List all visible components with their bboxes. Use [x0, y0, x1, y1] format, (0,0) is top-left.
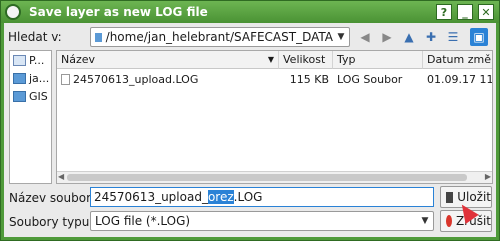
column-header-name[interactable]: Název ▼: [57, 51, 279, 69]
sidebar-item-label: ja...: [29, 71, 50, 85]
scrollbar-thumb[interactable]: [67, 174, 467, 181]
computer-icon: [13, 54, 26, 66]
table-row[interactable]: 24570613_upload.LOG: [61, 71, 198, 87]
save-button-label: Uložit: [457, 190, 491, 204]
cancel-icon: [446, 215, 452, 227]
help-button[interactable]: ?: [436, 4, 452, 20]
file-icon: [61, 73, 70, 85]
chevron-down-icon: ▼: [337, 32, 345, 42]
new-folder-icon[interactable]: ✚: [422, 28, 440, 46]
dialog-body: Hledat v: /home/jan_helebrant/SAFECAST_D…: [4, 23, 496, 237]
sort-chevron-icon: ▼: [267, 55, 274, 64]
column-header-type[interactable]: Typ: [333, 51, 423, 69]
file-name: 24570613_upload.LOG: [73, 72, 199, 86]
forward-icon[interactable]: ▶: [378, 28, 396, 46]
lookin-path: /home/jan_helebrant/SAFECAST_DATA: [105, 30, 333, 44]
chevron-down-icon: ▼: [421, 216, 429, 226]
parent-folder-icon[interactable]: ▲: [400, 28, 418, 46]
file-size: 115 KB: [289, 72, 329, 86]
column-header-date[interactable]: Datum změny: [423, 51, 492, 69]
filename-label: Název souboru:: [9, 191, 103, 205]
filetype-combo[interactable]: LOG file (*.LOG) ▼: [90, 211, 434, 231]
titlebar[interactable]: Save layer as new LOG file ? _ ✕: [1, 1, 499, 23]
lookin-label: Hledat v:: [8, 30, 62, 44]
column-header-size[interactable]: Velikost: [279, 51, 333, 69]
sidebar-item-home[interactable]: ja...: [10, 69, 51, 87]
list-view-icon[interactable]: ☰: [444, 28, 462, 46]
lookin-combo[interactable]: /home/jan_helebrant/SAFECAST_DATA ▼: [90, 27, 350, 47]
sidebar-item-label: P...: [29, 53, 45, 67]
minimize-button[interactable]: _: [457, 4, 473, 20]
sidebar-item-computer[interactable]: P...: [10, 51, 51, 69]
back-icon[interactable]: ◀: [356, 28, 374, 46]
filetype-label: Soubory typu:: [9, 215, 94, 229]
file-date: 01.09.17 11:09: [427, 72, 493, 86]
folder-icon: [13, 90, 26, 102]
file-type: LOG Soubor: [337, 72, 403, 86]
horizontal-scrollbar[interactable]: ◀ ▶: [57, 171, 492, 183]
scroll-left-icon[interactable]: ◀: [58, 172, 64, 181]
detail-view-icon[interactable]: ▣: [470, 28, 488, 46]
folder-icon: [95, 32, 102, 42]
close-button[interactable]: ✕: [478, 4, 494, 20]
filename-text-before: 24570613_upload_: [94, 190, 208, 204]
filename-text-selected: orez: [207, 190, 234, 204]
save-dialog-window: Save layer as new LOG file ? _ ✕ Hledat …: [0, 0, 500, 241]
places-sidebar: P... ja... GIS: [9, 50, 52, 184]
filename-text-after: .LOG: [233, 190, 263, 204]
file-list[interactable]: Název ▼ Velikost Typ Datum změny 2457061…: [56, 50, 493, 184]
scroll-right-icon[interactable]: ▶: [485, 172, 491, 181]
qgis-app-icon: [5, 4, 21, 20]
home-folder-icon: [13, 72, 26, 84]
filename-input[interactable]: 24570613_upload_ orez .LOG: [90, 187, 434, 207]
window-title: Save layer as new LOG file: [29, 5, 208, 19]
sidebar-item-label: GIS: [29, 89, 48, 103]
floppy-disk-icon: [446, 191, 454, 203]
sidebar-item-gis[interactable]: GIS: [10, 87, 51, 105]
filetype-value: LOG file (*.LOG): [95, 214, 191, 228]
